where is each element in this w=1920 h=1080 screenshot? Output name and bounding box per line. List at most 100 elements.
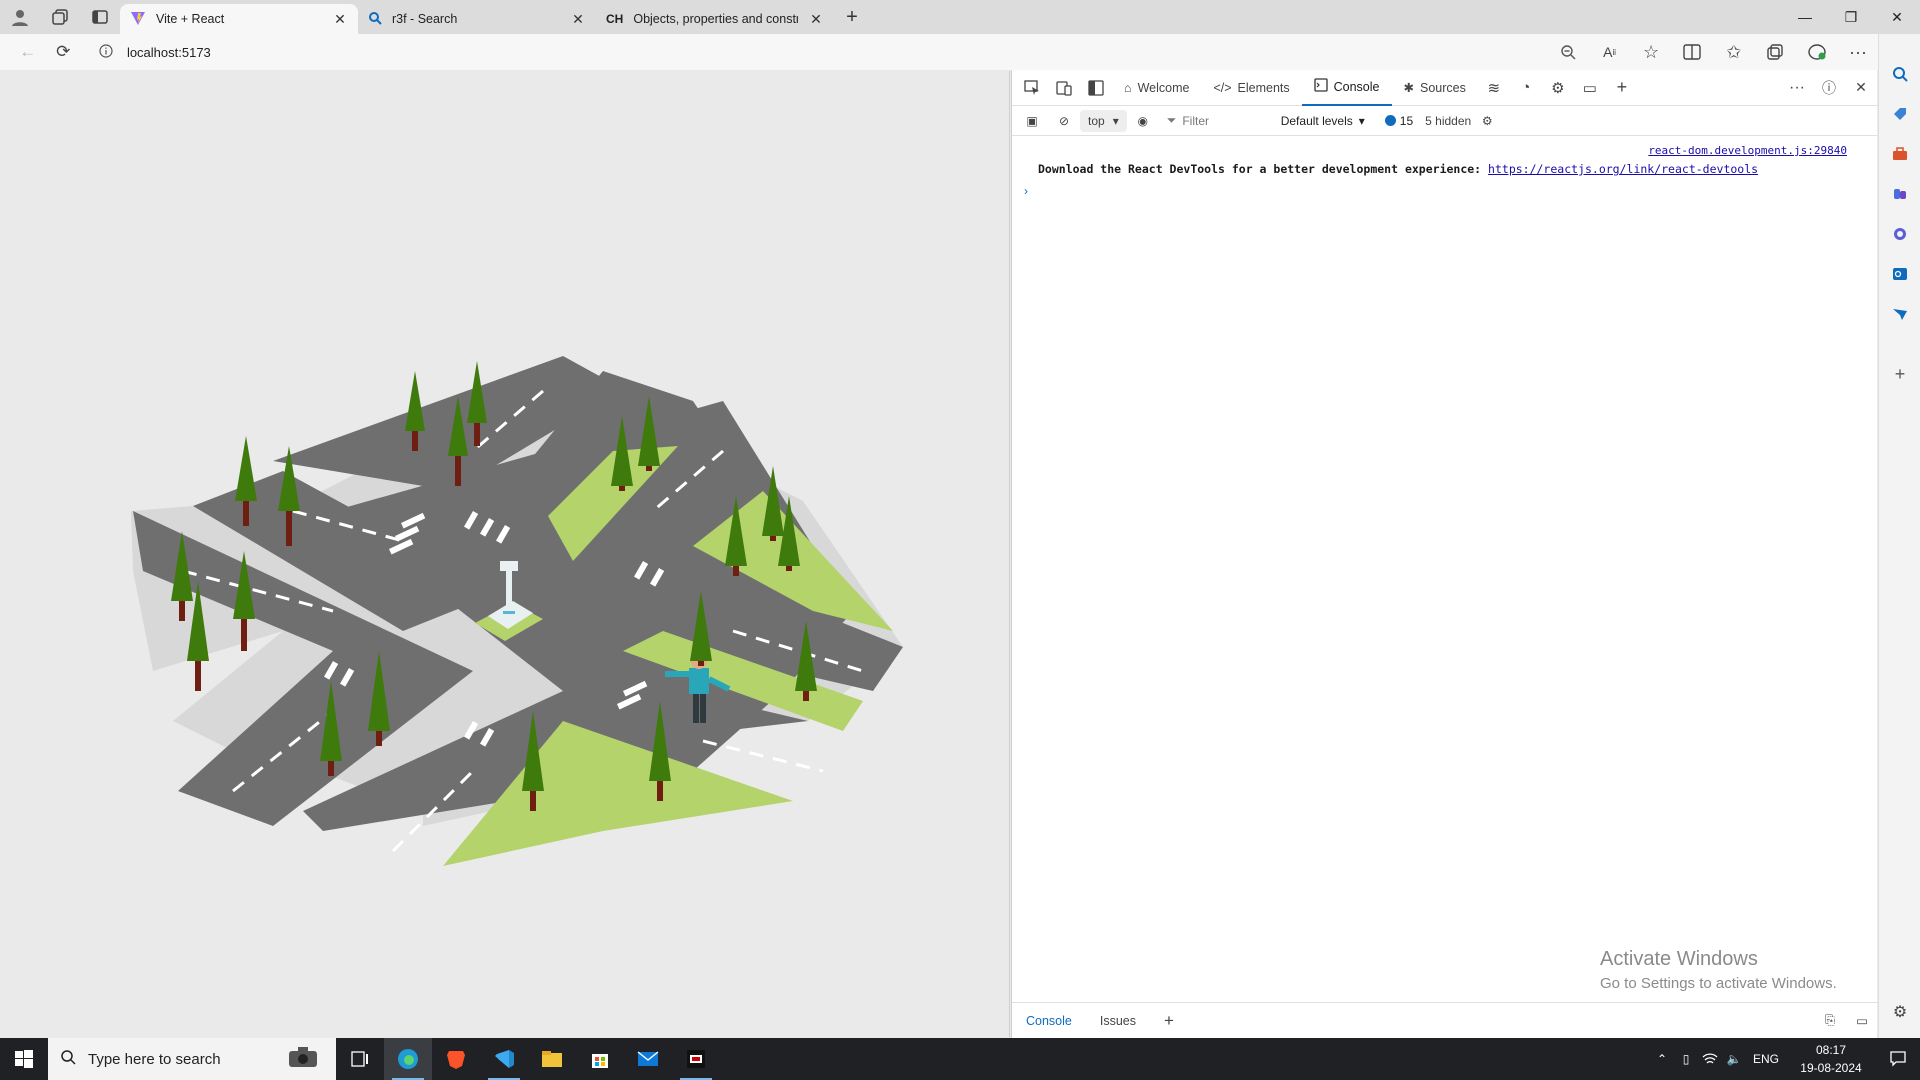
tab-vite-react[interactable]: Vite + React ✕ (120, 4, 358, 34)
live-expression-eye-icon[interactable]: ◉ (1127, 103, 1159, 139)
back-button[interactable]: ← (10, 34, 45, 70)
tab-elements[interactable]: </> Elements (1201, 70, 1301, 106)
close-devtools-icon[interactable]: ✕ (1845, 70, 1877, 106)
microsoft365-icon[interactable] (1879, 214, 1920, 254)
workspaces-icon[interactable] (40, 0, 80, 34)
settings-gear-icon[interactable]: ⚙ (1542, 70, 1574, 106)
task-view-icon[interactable] (336, 1038, 384, 1080)
context-select[interactable]: top ▾ (1080, 109, 1127, 132)
tab-label: Console (1333, 79, 1380, 94)
add-drawer-tab-icon[interactable]: + (1150, 1003, 1188, 1039)
windows-start-button[interactable] (0, 1038, 48, 1080)
language-indicator[interactable]: ENG (1746, 1052, 1786, 1066)
file-explorer-taskbar-icon[interactable] (528, 1038, 576, 1080)
vite-icon (130, 10, 146, 29)
app-taskbar-icon[interactable] (672, 1038, 720, 1080)
console-prompt-chevron-icon[interactable]: › (1024, 184, 1028, 198)
shopping-tag-icon[interactable] (1879, 94, 1920, 134)
close-tab-icon[interactable]: ✕ (332, 11, 348, 28)
close-drawer-icon[interactable]: ▭ (1846, 1003, 1878, 1039)
console-icon (1313, 78, 1328, 95)
device-emulation-icon[interactable] (1048, 70, 1080, 106)
outlook-icon[interactable] (1879, 254, 1920, 294)
sidebar-toggle-icon[interactable]: ▣ (1016, 103, 1048, 139)
collections-icon[interactable] (1754, 34, 1795, 70)
vscode-taskbar-icon[interactable] (480, 1038, 528, 1080)
tab-r3f-search[interactable]: r3f - Search ✕ (358, 4, 596, 34)
wifi-icon[interactable] (1698, 1052, 1722, 1066)
hidden-count: 5 hidden (1425, 113, 1472, 128)
devtools-link[interactable]: https://reactjs.org/link/react-devtools (1488, 162, 1758, 176)
customize-menu-icon[interactable]: ··· (1781, 70, 1813, 106)
tab-actions-icon[interactable] (80, 0, 120, 34)
close-window-button[interactable]: ✕ (1874, 0, 1920, 34)
mail-taskbar-icon[interactable] (624, 1038, 672, 1080)
close-tab-icon[interactable]: ✕ (808, 11, 824, 28)
tab-label: Sources (1419, 80, 1466, 95)
devtools-tab-bar: ⌂ Welcome </> Elements Console ✱ Sources… (1012, 70, 1877, 106)
close-tab-icon[interactable]: ✕ (570, 11, 586, 28)
activate-windows-watermark: Activate Windows Go to Settings to activ… (1600, 948, 1837, 992)
console-settings-gear-icon[interactable]: ⚙ (1471, 103, 1503, 139)
clear-console-icon[interactable]: ⊘ (1048, 103, 1080, 139)
sidebar-search-icon[interactable] (1879, 54, 1920, 94)
message-count-badge[interactable]: 15 (1384, 114, 1413, 128)
chevron-down-icon: ▾ (1358, 113, 1365, 128)
console-toolbar: ▣ ⊘ top ▾ ◉ ⏷ Filter Default levels ▾ 15… (1012, 106, 1877, 136)
search-icon (60, 1049, 76, 1069)
tools-briefcase-icon[interactable] (1879, 134, 1920, 174)
restore-button[interactable]: ❐ (1828, 0, 1874, 34)
tab-objects-properties[interactable]: CH Objects, properties and construc ✕ (596, 4, 834, 34)
clock[interactable]: 08:17 19-08-2024 (1786, 1041, 1876, 1077)
taskbar-search-box[interactable]: Type here to search (48, 1038, 336, 1080)
favorites-icon[interactable]: ✩ (1713, 34, 1754, 70)
undock-icon[interactable]: ⎘ (1814, 1003, 1846, 1039)
inspect-element-icon[interactable] (1016, 70, 1048, 106)
profile-icon[interactable] (0, 0, 40, 34)
filter-placeholder: Filter (1182, 113, 1209, 128)
favorite-star-icon[interactable]: ☆ (1630, 34, 1671, 70)
sidebar-settings-gear-icon[interactable]: ⚙ (1879, 992, 1920, 1032)
browser-essentials-icon[interactable] (1796, 34, 1837, 70)
tab-console[interactable]: Console (1301, 70, 1392, 106)
volume-muted-icon[interactable]: 🔈 (1722, 1052, 1746, 1066)
chevron-up-icon[interactable]: ⌃ (1650, 1052, 1674, 1066)
edge-sidebar: + ⚙ (1878, 34, 1920, 1038)
more-tools-icon[interactable]: + (1606, 70, 1638, 106)
edge-taskbar-icon[interactable] (384, 1038, 432, 1080)
performance-icon[interactable]: ◔ (1510, 70, 1542, 106)
network-icon[interactable]: ≋ (1478, 70, 1510, 106)
windows-taskbar: Type here to search ⌃ ▯ 🔈 ENG 08:17 19-0… (0, 1038, 1920, 1080)
drop-send-icon[interactable] (1879, 294, 1920, 334)
bug-icon: ✱ (1403, 81, 1414, 95)
filter-input[interactable]: ⏷ Filter (1159, 109, 1269, 133)
new-tab-button[interactable]: + (834, 2, 870, 32)
application-icon[interactable]: ▭ (1574, 70, 1606, 106)
log-levels-dropdown[interactable]: Default levels ▾ (1281, 114, 1365, 128)
drawer-tab-console[interactable]: Console (1012, 1003, 1086, 1039)
help-icon[interactable]: ⓘ (1813, 70, 1845, 106)
dock-side-icon[interactable] (1080, 70, 1112, 106)
more-menu-icon[interactable]: ··· (1837, 34, 1878, 70)
minimize-button[interactable]: — (1782, 0, 1828, 34)
battery-icon[interactable]: ▯ (1674, 1052, 1698, 1066)
r3f-canvas[interactable] (3, 71, 1010, 1037)
drawer-tab-issues[interactable]: Issues (1086, 1003, 1150, 1039)
site-info-icon[interactable] (99, 43, 113, 61)
levels-label: Default levels (1280, 113, 1353, 128)
read-aloud-icon[interactable]: Aⅱ (1589, 34, 1630, 70)
brave-taskbar-icon[interactable] (432, 1038, 480, 1080)
address-bar[interactable]: localhost:5173 (89, 38, 1538, 66)
tab-welcome[interactable]: ⌂ Welcome (1112, 70, 1201, 106)
source-link[interactable]: react-dom.development.js:29840 (1648, 144, 1847, 157)
games-icon[interactable] (1879, 174, 1920, 214)
refresh-button[interactable]: ⟳ (45, 34, 80, 70)
store-taskbar-icon[interactable] (576, 1038, 624, 1080)
tab-favicon-text: CH (606, 12, 624, 26)
split-screen-icon[interactable] (1672, 34, 1713, 70)
notifications-icon[interactable] (1876, 1051, 1920, 1067)
tab-sources[interactable]: ✱ Sources (1392, 70, 1478, 106)
system-tray: ⌃ ▯ 🔈 ENG 08:17 19-08-2024 (1650, 1038, 1920, 1080)
add-sidebar-app-icon[interactable]: + (1879, 354, 1920, 394)
zoom-icon[interactable] (1548, 34, 1589, 70)
